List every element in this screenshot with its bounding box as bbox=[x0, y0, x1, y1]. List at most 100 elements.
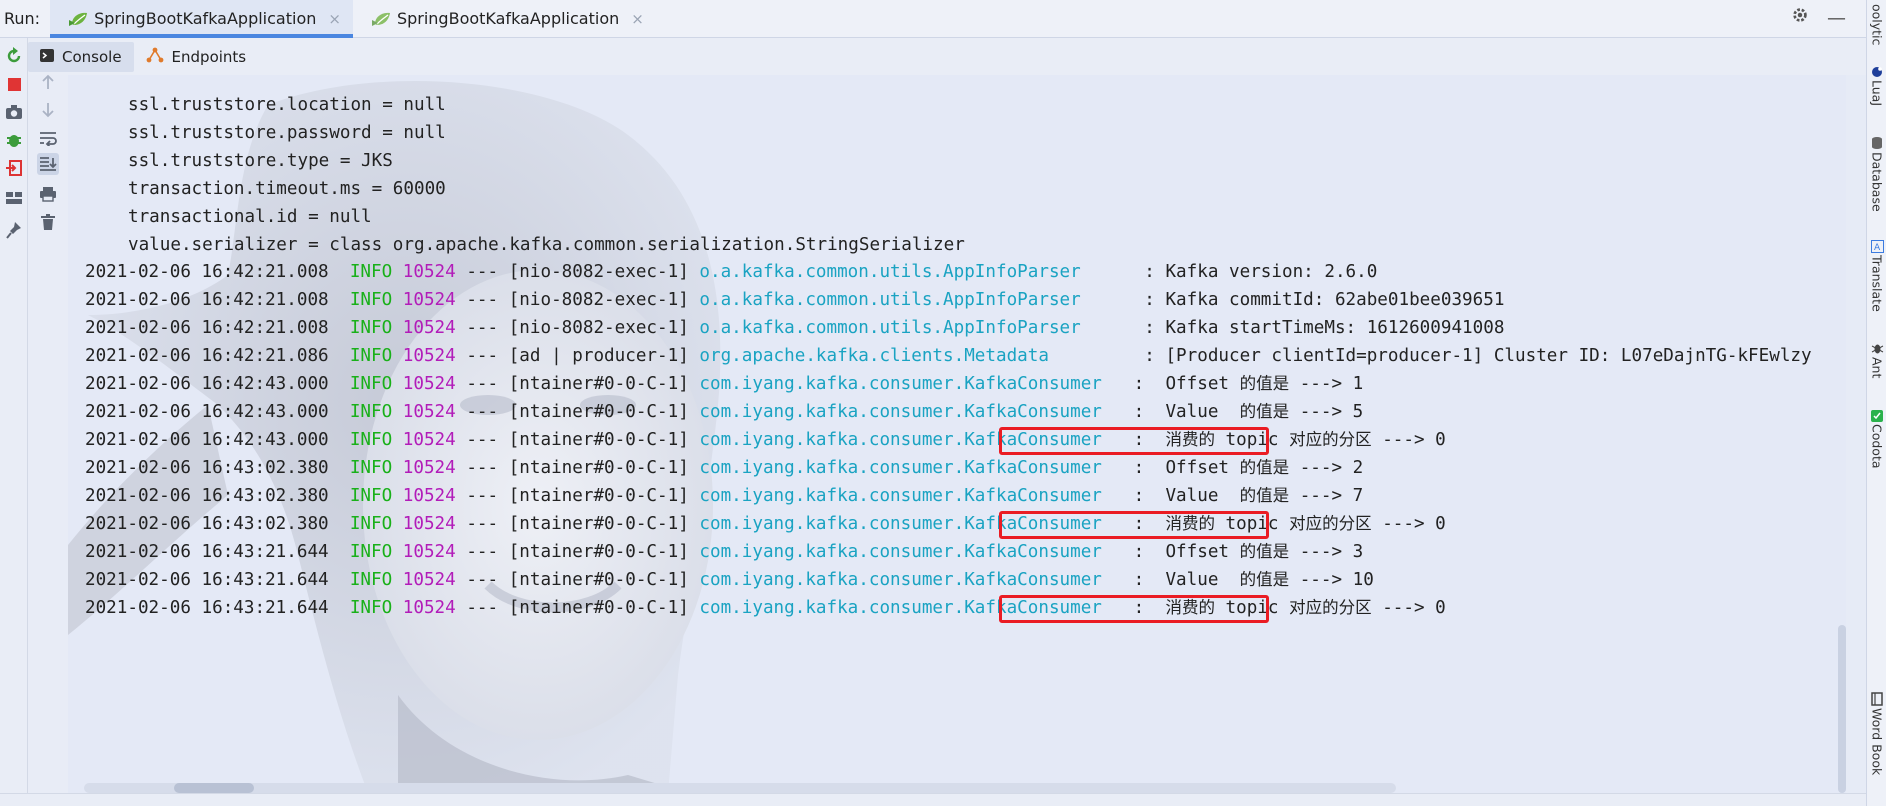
rerun-icon[interactable] bbox=[4, 46, 24, 66]
log-timestamp: 2021-02-06 16:42:21.086 bbox=[85, 346, 329, 366]
log-logger: com.iyang.kafka.consumer.KafkaConsumer bbox=[699, 486, 1124, 506]
horizontal-scrollbar-thumb[interactable] bbox=[174, 783, 254, 793]
tab-console-label: Console bbox=[62, 47, 122, 66]
log-timestamp: 2021-02-06 16:42:43.000 bbox=[85, 430, 329, 450]
sidebar-item-oolytic[interactable]: oolytic bbox=[1868, 2, 1886, 45]
run-label: Run: bbox=[4, 9, 41, 28]
arrow-down-icon[interactable] bbox=[37, 99, 59, 121]
log-timestamp: 2021-02-06 16:43:21.644 bbox=[85, 542, 329, 562]
stop-icon[interactable] bbox=[4, 74, 24, 94]
log-message-suffix: ---> 5 bbox=[1289, 402, 1364, 422]
log-message-prefix: : Value bbox=[1123, 486, 1240, 506]
sidebar-item-ant[interactable]: Ant bbox=[1868, 342, 1886, 378]
exit-icon[interactable] bbox=[4, 158, 24, 178]
wordbook-icon bbox=[1871, 692, 1883, 706]
log-logger: com.iyang.kafka.consumer.KafkaConsumer bbox=[699, 374, 1124, 394]
log-pid: 10524 bbox=[402, 570, 456, 590]
debug-icon[interactable] bbox=[4, 130, 24, 150]
trash-icon[interactable] bbox=[37, 211, 59, 233]
log-timestamp: 2021-02-06 16:42:21.008 bbox=[85, 262, 329, 282]
pin-icon[interactable] bbox=[4, 220, 24, 240]
config-line: ssl.truststore.type = JKS bbox=[128, 151, 393, 171]
log-timestamp: 2021-02-06 16:42:21.008 bbox=[85, 290, 329, 310]
log-thread: --- [ntainer#0-0-C-1] bbox=[466, 402, 689, 422]
log-line: 2021-02-06 16:42:21.008 INFO 10524 --- [… bbox=[85, 314, 1504, 342]
sidebar-item-label: oolytic bbox=[1869, 4, 1885, 46]
run-tab-label: SpringBootKafkaApplication bbox=[94, 9, 317, 28]
endpoints-icon bbox=[146, 47, 164, 67]
close-icon[interactable]: × bbox=[631, 10, 644, 28]
log-pid: 10524 bbox=[402, 542, 456, 562]
svg-text:A: A bbox=[1874, 243, 1881, 253]
log-timestamp: 2021-02-06 16:43:21.644 bbox=[85, 570, 329, 590]
tab-endpoints[interactable]: Endpoints bbox=[134, 41, 259, 73]
translate-icon: A bbox=[1870, 240, 1884, 253]
soft-wrap-icon[interactable] bbox=[37, 127, 59, 149]
log-line: 2021-02-06 16:42:43.000 INFO 10524 --- [… bbox=[85, 398, 1363, 426]
log-level: INFO bbox=[349, 430, 393, 450]
vertical-scrollbar-thumb[interactable] bbox=[1838, 625, 1846, 793]
sidebar-item-label: Database bbox=[1869, 152, 1885, 212]
spring-app-icon bbox=[69, 12, 88, 26]
log-level: INFO bbox=[349, 486, 393, 506]
log-message-prefix: : Offset bbox=[1123, 374, 1240, 394]
log-thread: --- [ntainer#0-0-C-1] bbox=[466, 542, 689, 562]
sidebar-item-word-book[interactable]: Word Book bbox=[1868, 692, 1886, 775]
log-pid: 10524 bbox=[402, 514, 456, 534]
log-thread: --- [ntainer#0-0-C-1] bbox=[466, 598, 689, 618]
sidebar-item-translate[interactable]: A Translate bbox=[1868, 240, 1886, 312]
log-thread: --- [nio-8082-exec-1] bbox=[466, 290, 689, 310]
log-logger: com.iyang.kafka.consumer.KafkaConsumer bbox=[699, 402, 1124, 422]
run-tab-1[interactable]: SpringBootKafkaApplication × bbox=[50, 0, 353, 38]
config-line: transaction.timeout.ms = 60000 bbox=[128, 179, 446, 199]
sidebar-item-database[interactable]: Database bbox=[1868, 136, 1886, 212]
run-tab-2[interactable]: SpringBootKafkaApplication × bbox=[353, 0, 656, 38]
run-toolbar bbox=[0, 38, 28, 806]
console-output[interactable]: ssl.truststore.location = null ssl.trusts… bbox=[68, 75, 1846, 793]
print-icon[interactable] bbox=[37, 183, 59, 205]
log-logger: org.apache.kafka.clients.Metadata bbox=[699, 346, 1134, 366]
log-thread: --- [ntainer#0-0-C-1] bbox=[466, 486, 689, 506]
log-pid: 10524 bbox=[402, 290, 456, 310]
codota-icon bbox=[1871, 410, 1883, 422]
log-message: : Kafka startTimeMs: 1612600941008 bbox=[1133, 318, 1505, 338]
tab-console[interactable]: Console bbox=[28, 41, 134, 72]
log-message-cjk: 的值是 bbox=[1239, 486, 1290, 505]
console-subtabs: Console Endpoints bbox=[28, 38, 1866, 75]
log-line: 2021-02-06 16:42:21.086 INFO 10524 --- [… bbox=[85, 342, 1812, 370]
log-message-cjk2: 对应的分区 bbox=[1289, 430, 1372, 449]
console-icon bbox=[40, 48, 54, 66]
horizontal-scrollbar[interactable] bbox=[84, 783, 1396, 793]
minimize-icon[interactable]: — bbox=[1827, 7, 1846, 29]
camera-icon[interactable] bbox=[4, 102, 24, 122]
log-thread: --- [ntainer#0-0-C-1] bbox=[466, 374, 689, 394]
spring-app-icon bbox=[371, 12, 390, 26]
log-timestamp: 2021-02-06 16:42:43.000 bbox=[85, 402, 329, 422]
close-icon[interactable]: × bbox=[328, 10, 341, 28]
log-message-suffix: ---> 7 bbox=[1289, 486, 1364, 506]
scroll-to-end-icon[interactable] bbox=[37, 153, 59, 175]
log-timestamp: 2021-02-06 16:43:02.380 bbox=[85, 486, 329, 506]
ant-icon bbox=[1871, 344, 1883, 354]
log-timestamp: 2021-02-06 16:42:43.000 bbox=[85, 374, 329, 394]
gear-icon[interactable] bbox=[1791, 6, 1809, 29]
console-toolbar bbox=[28, 74, 68, 806]
log-level: INFO bbox=[349, 570, 393, 590]
log-level: INFO bbox=[349, 542, 393, 562]
log-logger: com.iyang.kafka.consumer.KafkaConsumer bbox=[699, 542, 1124, 562]
log-timestamp: 2021-02-06 16:42:21.008 bbox=[85, 318, 329, 338]
layout-icon[interactable] bbox=[4, 188, 24, 208]
log-message-suffix: ---> 3 bbox=[1289, 542, 1364, 562]
log-level: INFO bbox=[349, 262, 393, 282]
sidebar-item-codota[interactable]: Codota bbox=[1868, 410, 1886, 469]
log-message-cjk: 的值是 bbox=[1239, 542, 1290, 561]
log-message-cjk2: 对应的分区 bbox=[1289, 598, 1372, 617]
log-pid: 10524 bbox=[402, 346, 456, 366]
right-tool-sidebar: oolytic LuaJ Database A Translate Ant Co… bbox=[1866, 0, 1886, 806]
sidebar-item-luaj[interactable]: LuaJ bbox=[1868, 66, 1886, 106]
log-message: : Kafka version: 2.6.0 bbox=[1133, 262, 1378, 282]
log-level: INFO bbox=[349, 402, 393, 422]
log-logger: o.a.kafka.common.utils.AppInfoParser bbox=[699, 262, 1134, 282]
config-line: value.serializer = class org.apache.kafk… bbox=[128, 235, 965, 255]
arrow-up-icon[interactable] bbox=[37, 71, 59, 93]
